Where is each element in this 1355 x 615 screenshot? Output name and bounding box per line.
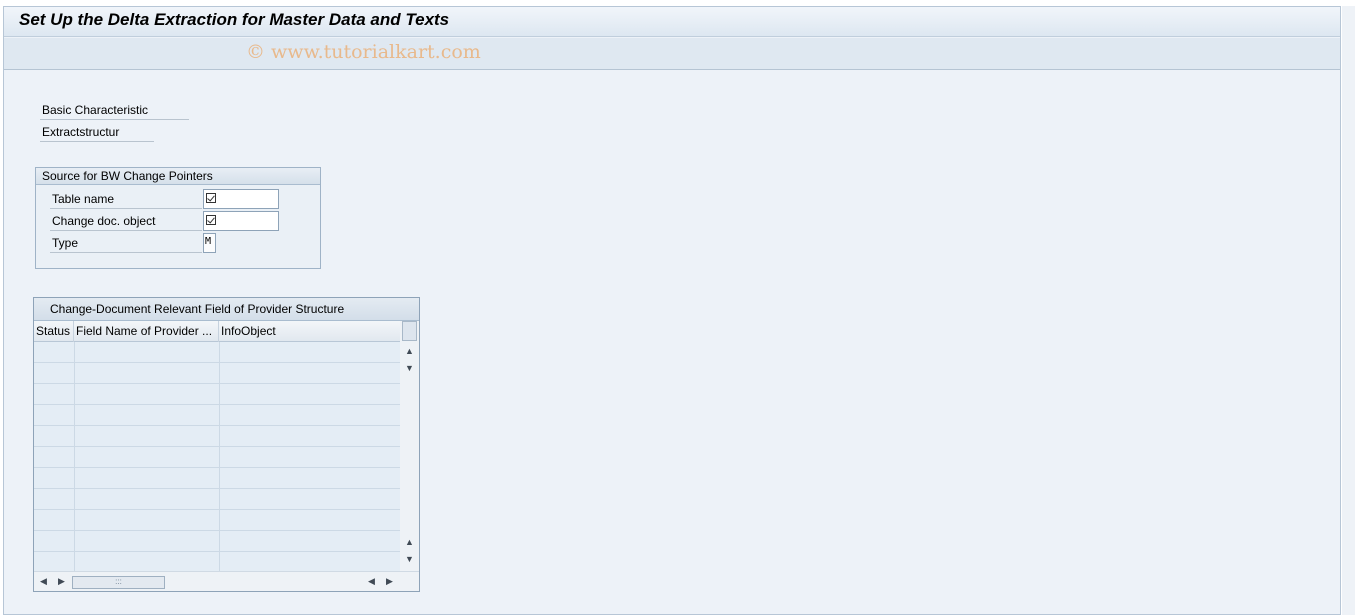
table-name-label: Table name	[50, 191, 202, 209]
source-bw-change-pointers-group: Source for BW Change Pointers Table name…	[35, 167, 321, 269]
table-row[interactable]	[34, 363, 400, 384]
table-body	[34, 342, 400, 573]
table-row[interactable]	[34, 447, 400, 468]
type-value: M	[205, 236, 212, 247]
table-row[interactable]	[34, 468, 400, 489]
table-row[interactable]	[34, 426, 400, 447]
table-row[interactable]	[34, 405, 400, 426]
table-row[interactable]	[34, 384, 400, 405]
application-toolbar: © www.tutorialkart.com	[4, 38, 1340, 70]
table-name-input[interactable]	[203, 189, 279, 209]
group-title: Source for BW Change Pointers	[36, 168, 320, 185]
table-row[interactable]	[34, 531, 400, 552]
right-edge-panel	[1342, 6, 1355, 615]
table-title: Change-Document Relevant Field of Provid…	[34, 298, 419, 321]
arrow-down-icon[interactable]: ▼	[405, 554, 414, 564]
vertical-scrollbar[interactable]: ▲ ▼ ▲ ▼	[400, 321, 419, 571]
table-row[interactable]	[34, 342, 400, 363]
checkbox-checked-icon	[206, 215, 216, 225]
type-input[interactable]: M	[203, 233, 216, 253]
arrow-right-icon[interactable]: ▶	[58, 576, 65, 586]
extract-structure-label: Extractstructur	[40, 125, 154, 142]
sap-screen: Set Up the Delta Extraction for Master D…	[3, 6, 1341, 615]
type-label: Type	[50, 235, 202, 253]
column-status[interactable]: Status	[34, 321, 74, 342]
basic-characteristic-label: Basic Characteristic	[40, 103, 189, 120]
table-header-row: Status Field Name of Provider ... InfoOb…	[34, 321, 400, 342]
change-doc-object-label: Change doc. object	[50, 213, 202, 231]
arrow-down-icon[interactable]: ▼	[405, 363, 414, 373]
provider-structure-table: Change-Document Relevant Field of Provid…	[33, 297, 420, 592]
change-doc-object-input[interactable]	[203, 211, 279, 231]
title-bar: Set Up the Delta Extraction for Master D…	[4, 7, 1340, 37]
arrow-up-icon[interactable]: ▲	[405, 537, 414, 547]
horizontal-scroll-thumb[interactable]: :::	[72, 576, 165, 589]
horizontal-scrollbar[interactable]: ◀ ▶ ::: ◀ ▶	[34, 571, 419, 591]
watermark: © www.tutorialkart.com	[246, 41, 481, 63]
arrow-right-icon[interactable]: ▶	[386, 576, 393, 586]
checkbox-checked-icon	[206, 193, 216, 203]
column-settings-button[interactable]	[402, 321, 417, 341]
arrow-up-icon[interactable]: ▲	[405, 346, 414, 356]
page-title: Set Up the Delta Extraction for Master D…	[19, 10, 450, 29]
arrow-left-icon[interactable]: ◀	[40, 576, 47, 586]
table-row[interactable]	[34, 552, 400, 573]
table-row[interactable]	[34, 510, 400, 531]
column-infoobject[interactable]: InfoObject	[219, 321, 400, 342]
column-field-name[interactable]: Field Name of Provider ...	[74, 321, 219, 342]
arrow-left-icon[interactable]: ◀	[368, 576, 375, 586]
table-row[interactable]	[34, 489, 400, 510]
